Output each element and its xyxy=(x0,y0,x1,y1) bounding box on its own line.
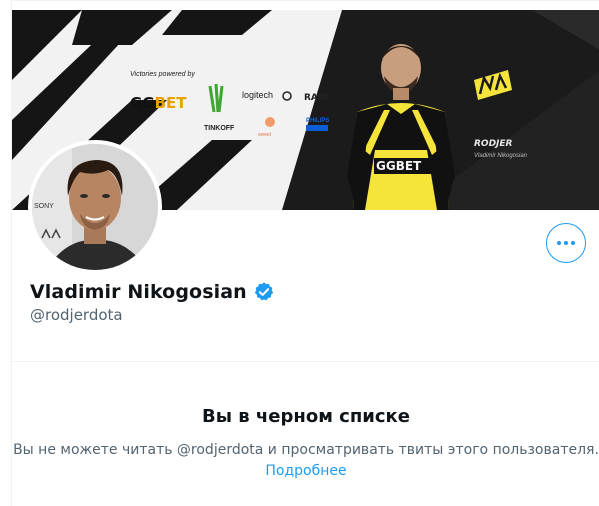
more-options-button[interactable] xyxy=(546,223,586,263)
verified-badge-icon[interactable] xyxy=(253,281,275,303)
profile-handle: @rodjerdota xyxy=(30,306,123,324)
blocked-title: Вы в черном списке xyxy=(202,406,410,427)
raid-logo: RAID xyxy=(304,93,329,103)
avatar-photo: SONY xyxy=(32,144,158,270)
player-name-banner: Vladimir Nikogosian xyxy=(474,153,528,159)
jersey-text: GGBET xyxy=(376,159,422,173)
svg-text:sweet: sweet xyxy=(258,132,272,138)
philips-logo: PHILIPS xyxy=(306,118,329,124)
profile-name-row: Vladimir Nikogosian xyxy=(30,281,275,303)
learn-more-link[interactable]: Подробнее xyxy=(12,463,599,479)
ggbet-logo: GGBET xyxy=(130,94,187,112)
profile-page: Victories powered by GGBET TINKOFF logit… xyxy=(11,0,599,506)
profile-avatar[interactable]: SONY xyxy=(28,140,162,274)
tinkoff-logo: TINKOFF xyxy=(204,125,235,132)
player-tag: RODJER xyxy=(474,139,513,149)
more-dots-icon xyxy=(557,241,575,245)
display-name: Vladimir Nikogosian xyxy=(30,281,247,303)
section-divider xyxy=(12,361,599,362)
avatar-watermark: SONY xyxy=(34,203,54,210)
victories-text: Victories powered by xyxy=(130,71,195,78)
blocked-message: Вы не можете читать @rodjerdota и просма… xyxy=(13,442,599,458)
logitech-logo: logitech xyxy=(242,90,273,100)
